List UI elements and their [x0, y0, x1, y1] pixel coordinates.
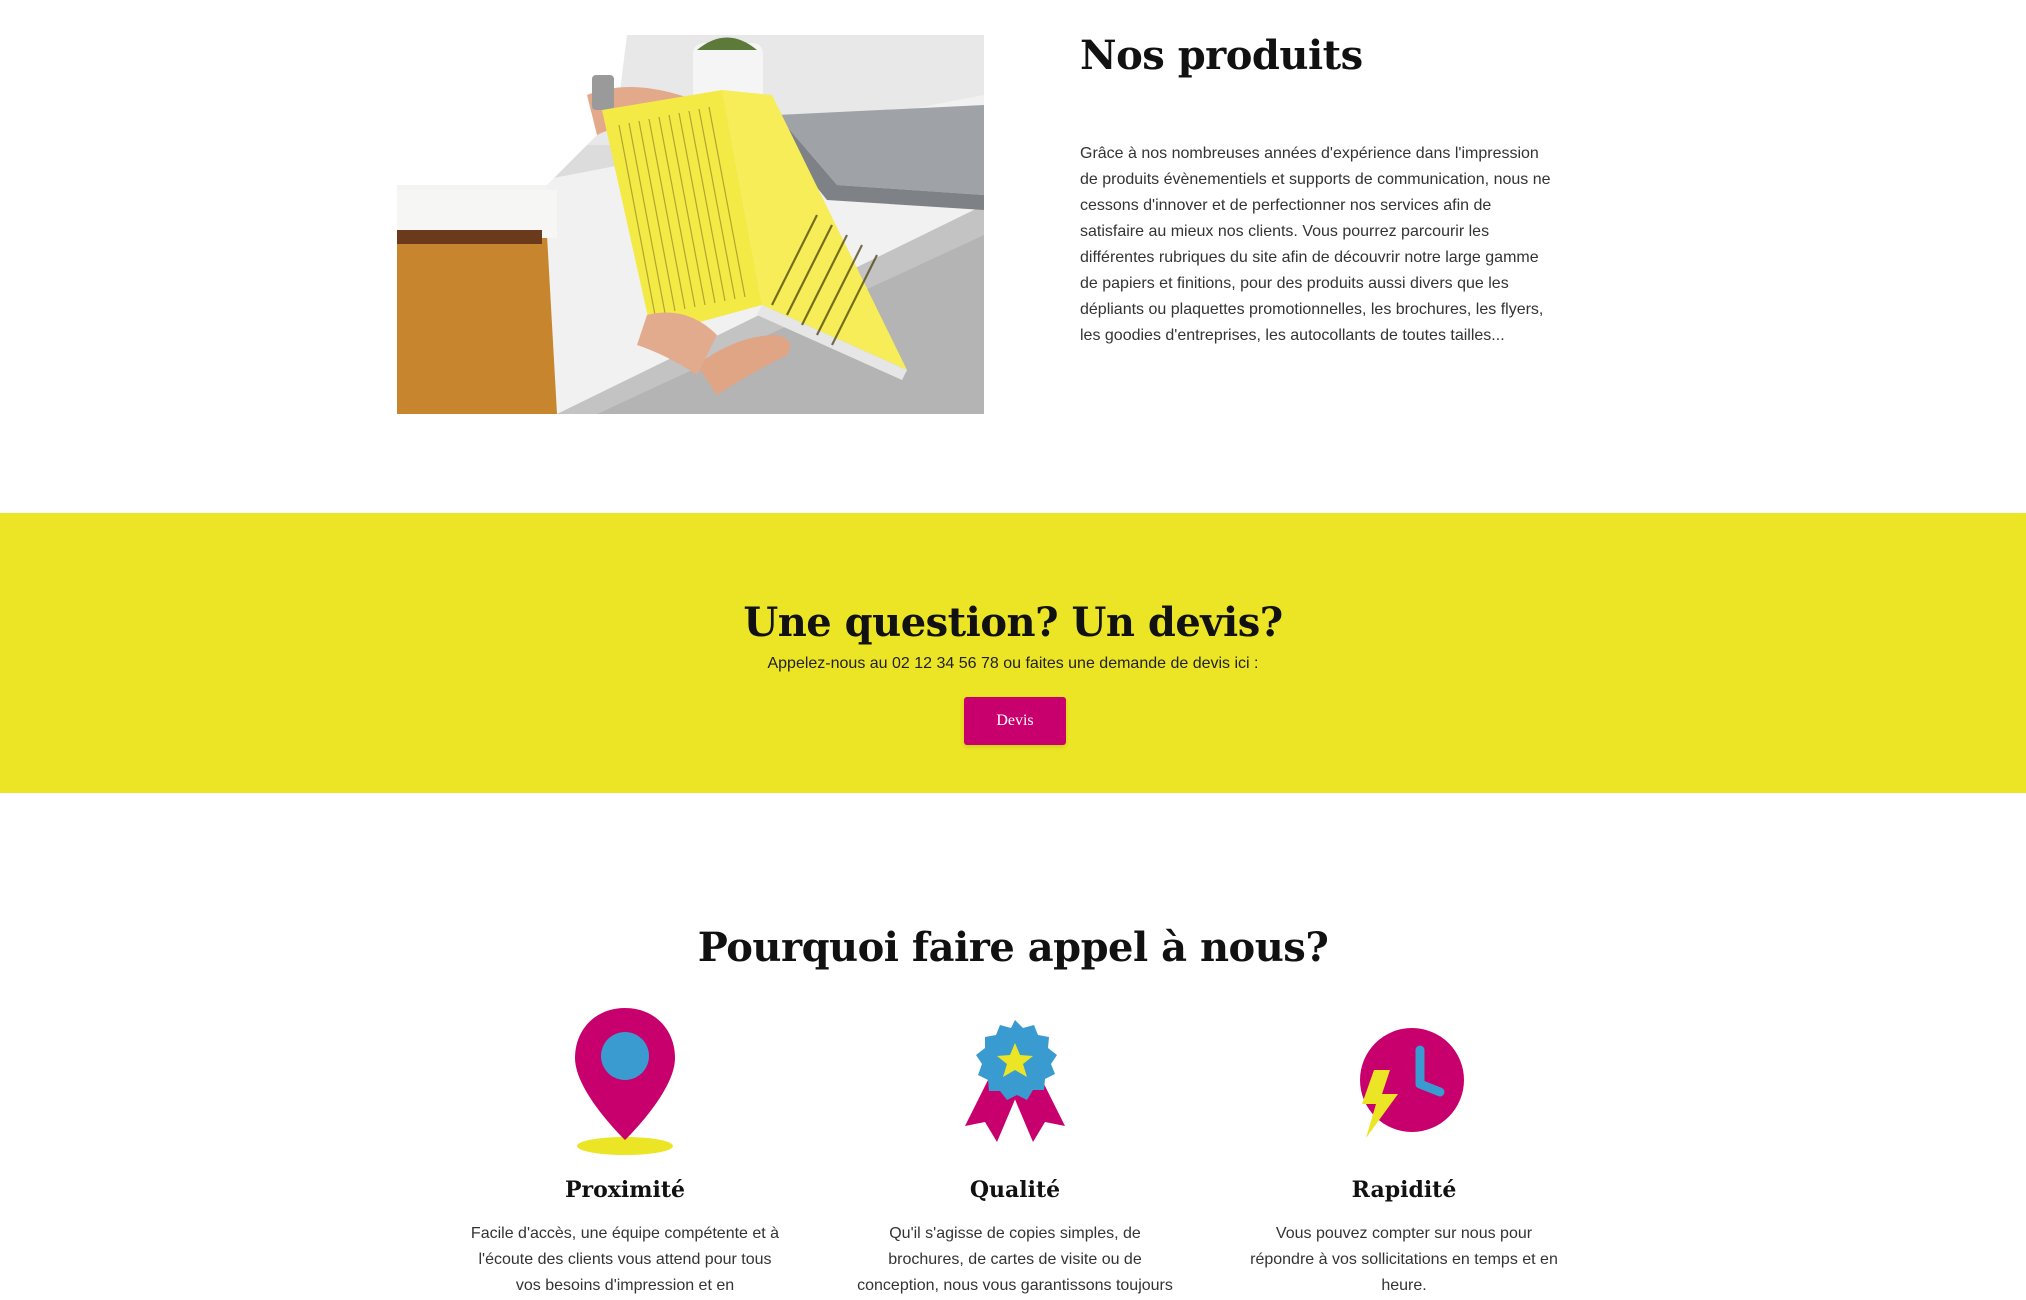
fast-clock-icon [1244, 1000, 1564, 1160]
feature-description: Vous pouvez compter sur nous pour répond… [1250, 1225, 1558, 1294]
feature-qualite: Qualité Qu'il s'agisse de copies simples… [855, 1000, 1175, 1299]
quote-request-banner: Une question? Un devis? Appelez-nous au … [0, 513, 2026, 793]
feature-title: Rapidité [1351, 1177, 1457, 1203]
person-reading-brochure-image [397, 35, 984, 414]
award-badge-icon [855, 1000, 1175, 1160]
why-us-title: Pourquoi faire appel à nous? [697, 924, 1329, 971]
map-pin-icon [465, 1000, 785, 1160]
cta-title: Une question? Un devis? [743, 599, 1283, 646]
feature-description: Facile d'accès, une équipe compétente et… [470, 1225, 780, 1294]
products-text-block: Nos produits Grâce à nos nombreuses anné… [1080, 30, 1555, 349]
quote-button[interactable]: Devis [964, 697, 1066, 745]
products-description: Grâce à nos nombreuses années d'expérien… [1080, 145, 1551, 344]
products-section: Nos produits Grâce à nos nombreuses anné… [0, 0, 2026, 513]
products-title: Nos produits [1080, 32, 1363, 79]
cta-phone-text: Appelez-nous au 02 12 34 56 78 ou faites… [767, 655, 1259, 672]
feature-title: Proximité [564, 1177, 686, 1203]
feature-title: Qualité [969, 1177, 1061, 1203]
product-photo [397, 35, 984, 414]
feature-proximite: Proximité Facile d'accès, une équipe com… [465, 1000, 785, 1299]
feature-description: Qu'il s'agisse de copies simples, de bro… [857, 1225, 1173, 1294]
feature-rapidite: Rapidité Vous pouvez compter sur nous po… [1244, 1000, 1564, 1299]
